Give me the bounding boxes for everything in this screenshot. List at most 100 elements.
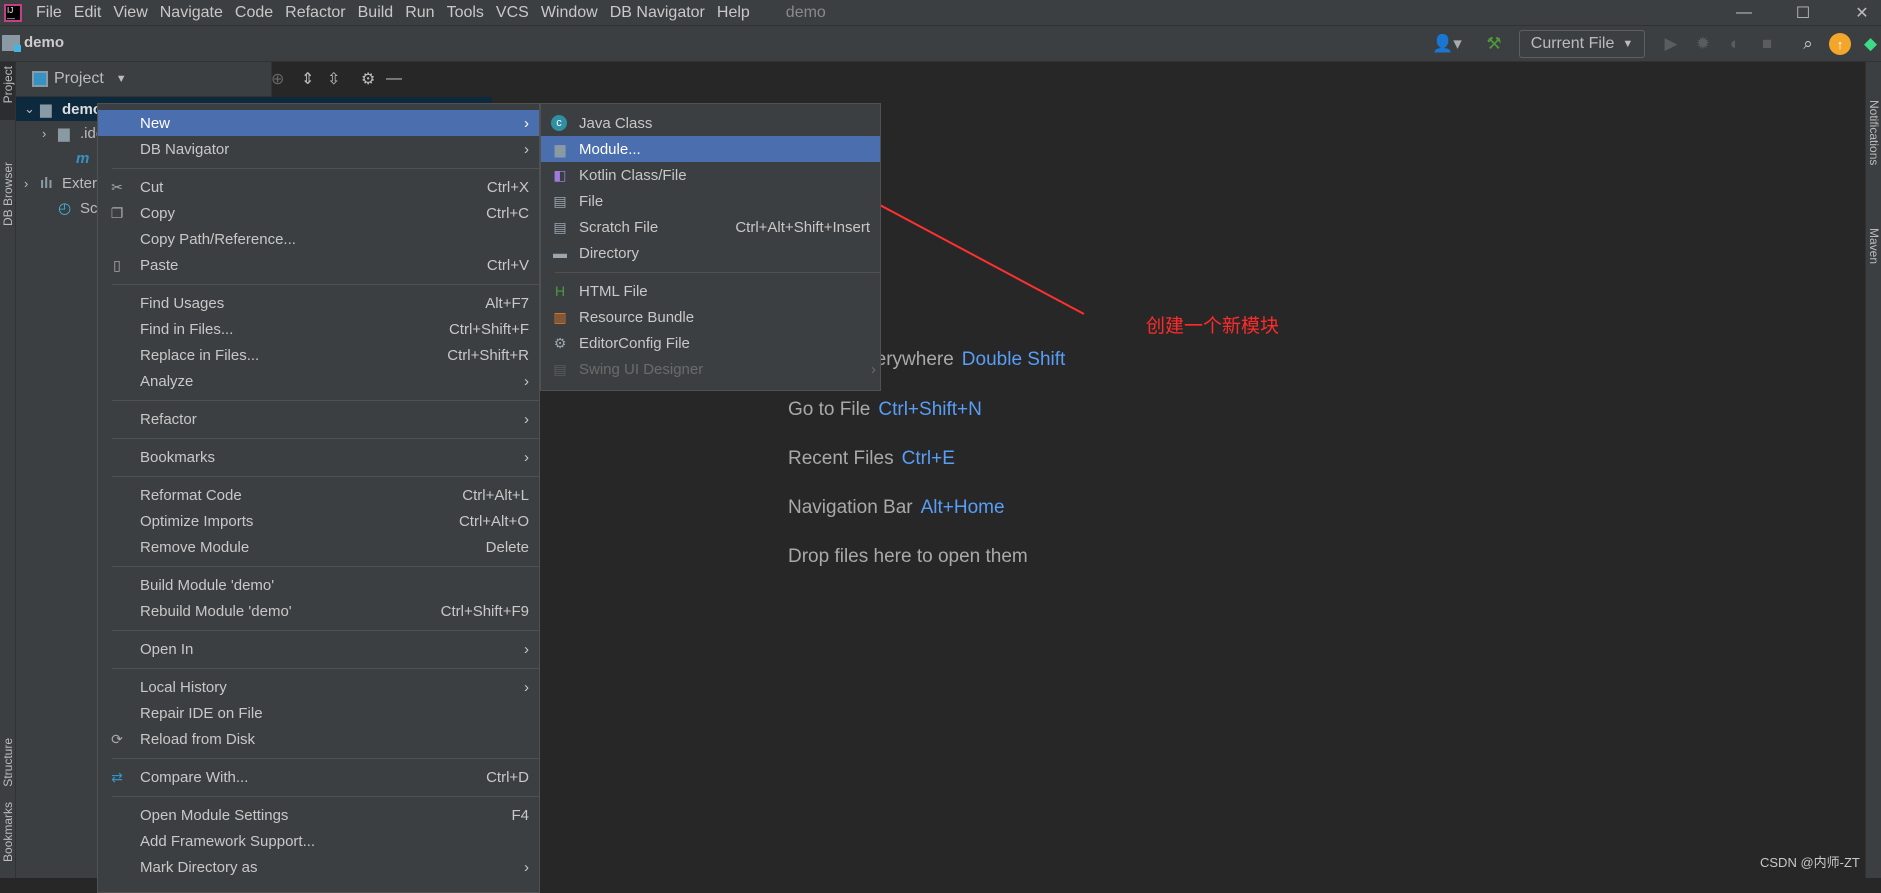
- build-hammer-icon[interactable]: ⚒: [1480, 30, 1508, 58]
- menu-help[interactable]: Help: [717, 4, 750, 22]
- menu-view[interactable]: View: [113, 4, 147, 22]
- menu-item-reformat-code[interactable]: Reformat Code Ctrl+Alt+L: [98, 482, 539, 508]
- project-view-selector[interactable]: Project: [54, 70, 104, 88]
- coverage-icon[interactable]: ◐: [1722, 30, 1748, 58]
- menu-item-repair-ide-on-file[interactable]: Repair IDE on File: [98, 700, 539, 726]
- menu-item-label: Build Module 'demo': [140, 576, 275, 594]
- menu-item-new[interactable]: New ›: [98, 110, 539, 136]
- project-breadcrumb[interactable]: demo: [2, 34, 64, 52]
- chevron-down-icon: ▼: [1622, 38, 1634, 50]
- maven-tool-tab[interactable]: Maven: [1867, 228, 1881, 264]
- menu-item-paste[interactable]: ▯ Paste Ctrl+V: [98, 252, 539, 278]
- menu-item-label: Scratch File: [579, 218, 659, 236]
- menu-item-build-module-demo[interactable]: Build Module 'demo': [98, 572, 539, 598]
- menu-item-label: Find Usages: [140, 294, 225, 312]
- menu-item-db-navigator[interactable]: DB Navigator ›: [98, 136, 539, 162]
- menu-item-label: Reload from Disk: [140, 730, 256, 748]
- menu-code[interactable]: Code: [235, 4, 273, 22]
- menu-item-scratch-file[interactable]: ▤ Scratch File Ctrl+Alt+Shift+Insert: [541, 214, 880, 240]
- shortcut: Ctrl+V: [486, 256, 529, 274]
- menu-item-label: Swing UI Designer: [579, 360, 704, 378]
- menu-item-editorconfig-file[interactable]: ⚙ EditorConfig File: [541, 330, 880, 356]
- search-icon[interactable]: ⌕: [1795, 30, 1821, 58]
- project-tool-tab[interactable]: Project: [1, 66, 15, 103]
- shortcut: Ctrl+Shift+R: [447, 346, 529, 364]
- toolbox-icon[interactable]: ◆: [1860, 30, 1881, 58]
- menu-item-module[interactable]: ▆ Module...: [541, 136, 880, 162]
- menu-item-add-framework-support[interactable]: Add Framework Support...: [98, 828, 539, 854]
- menu-item-compare-with[interactable]: ⇄ Compare With... Ctrl+D: [98, 764, 539, 790]
- expand-all-icon[interactable]: ⇕: [301, 69, 314, 89]
- scratch-file-icon: ▤: [553, 218, 567, 235]
- menu-item-open-in[interactable]: Open In ›: [98, 636, 539, 662]
- run-config-dropdown[interactable]: Current File ▼: [1519, 30, 1645, 58]
- hint-shortcut: Ctrl+E: [901, 448, 955, 469]
- java-class-icon: c: [551, 115, 567, 131]
- menu-separator: [98, 432, 539, 444]
- menu-edit[interactable]: Edit: [74, 4, 102, 22]
- module-folder-icon: [2, 34, 21, 52]
- menu-item-kotlin-class-file[interactable]: ◧ Kotlin Class/File: [541, 162, 880, 188]
- menu-item-java-class[interactable]: c Java Class: [541, 110, 880, 136]
- menu-item-reload-from-disk[interactable]: ⟳ Reload from Disk: [98, 726, 539, 752]
- menu-item-resource-bundle[interactable]: ▥ Resource Bundle: [541, 304, 880, 330]
- menu-separator: [98, 560, 539, 572]
- locate-icon[interactable]: ⊕: [271, 69, 284, 89]
- menu-refactor[interactable]: Refactor: [285, 4, 345, 22]
- stop-icon[interactable]: ■: [1754, 30, 1780, 58]
- debug-icon[interactable]: ✹: [1690, 30, 1716, 58]
- structure-tool-tab[interactable]: Structure: [1, 738, 15, 787]
- menu-tools[interactable]: Tools: [447, 4, 484, 22]
- menu-item-mark-directory-as[interactable]: Mark Directory as ›: [98, 854, 539, 880]
- menu-item-label: Remove Module: [140, 538, 250, 556]
- db-browser-tool-tab[interactable]: DB Browser: [1, 162, 15, 226]
- maximize-button[interactable]: ☐: [1774, 0, 1832, 26]
- notifications-tool-tab[interactable]: Notifications: [1867, 100, 1881, 165]
- library-icon: ılı: [40, 174, 53, 192]
- menu-run[interactable]: Run: [405, 4, 434, 22]
- hint-text: Recent Files: [788, 448, 894, 469]
- menu-db-navigator[interactable]: DB Navigator: [610, 4, 705, 22]
- menu-item-file[interactable]: ▤ File: [541, 188, 880, 214]
- menu-item-analyze[interactable]: Analyze ›: [98, 368, 539, 394]
- menu-item-cut[interactable]: ✂ Cut Ctrl+X: [98, 174, 539, 200]
- chevron-right-icon: ›: [524, 140, 529, 158]
- menu-item-local-history[interactable]: Local History ›: [98, 674, 539, 700]
- menu-vcs[interactable]: VCS: [496, 4, 529, 22]
- account-icon[interactable]: 👤▾: [1430, 30, 1464, 58]
- menu-item-replace-in-files[interactable]: Replace in Files... Ctrl+Shift+R: [98, 342, 539, 368]
- menu-item-optimize-imports[interactable]: Optimize Imports Ctrl+Alt+O: [98, 508, 539, 534]
- chevron-right-icon[interactable]: ›: [24, 176, 28, 191]
- minimize-button[interactable]: —: [1715, 0, 1773, 26]
- chevron-right-icon[interactable]: ›: [42, 126, 46, 141]
- hide-icon[interactable]: —: [386, 70, 402, 88]
- menu-item-refactor[interactable]: Refactor ›: [98, 406, 539, 432]
- bookmarks-tool-tab[interactable]: Bookmarks: [1, 802, 15, 862]
- menu-item-find-in-files[interactable]: Find in Files... Ctrl+Shift+F: [98, 316, 539, 342]
- menu-window[interactable]: Window: [541, 4, 598, 22]
- menu-item-remove-module[interactable]: Remove Module Delete: [98, 534, 539, 560]
- menu-item-copy[interactable]: ❐ Copy Ctrl+C: [98, 200, 539, 226]
- editor-hint: Drop files here to open them: [788, 546, 1028, 568]
- menu-item-find-usages[interactable]: Find Usages Alt+F7: [98, 290, 539, 316]
- menu-bar: IJ — File Edit View Navigate Code Refactor Buil…: [0, 0, 1881, 26]
- menu-item-rebuild-module-demo[interactable]: Rebuild Module 'demo' Ctrl+Shift+F9: [98, 598, 539, 624]
- menu-item-directory[interactable]: ▬ Directory: [541, 240, 880, 266]
- shortcut: Ctrl+Shift+F: [448, 320, 529, 338]
- run-icon[interactable]: ▶: [1658, 30, 1684, 58]
- menu-item-label: Directory: [579, 244, 640, 262]
- menu-item-bookmarks[interactable]: Bookmarks ›: [98, 444, 539, 470]
- menu-build[interactable]: Build: [358, 4, 394, 22]
- chevron-down-icon[interactable]: ⌄: [24, 101, 35, 117]
- menu-item-html-file[interactable]: H HTML File: [541, 278, 880, 304]
- update-icon[interactable]: ↑: [1829, 33, 1851, 55]
- chevron-down-icon[interactable]: ▼: [116, 73, 127, 85]
- intellij-logo-icon: IJ —: [4, 3, 22, 22]
- gear-icon[interactable]: ⚙: [361, 69, 375, 89]
- close-button[interactable]: ✕: [1833, 0, 1881, 26]
- menu-file[interactable]: File: [36, 4, 62, 22]
- collapse-all-icon[interactable]: ⇳: [327, 69, 340, 89]
- menu-item-copy-path-reference[interactable]: Copy Path/Reference...: [98, 226, 539, 252]
- menu-navigate[interactable]: Navigate: [160, 4, 223, 22]
- menu-item-open-module-settings[interactable]: Open Module Settings F4: [98, 802, 539, 828]
